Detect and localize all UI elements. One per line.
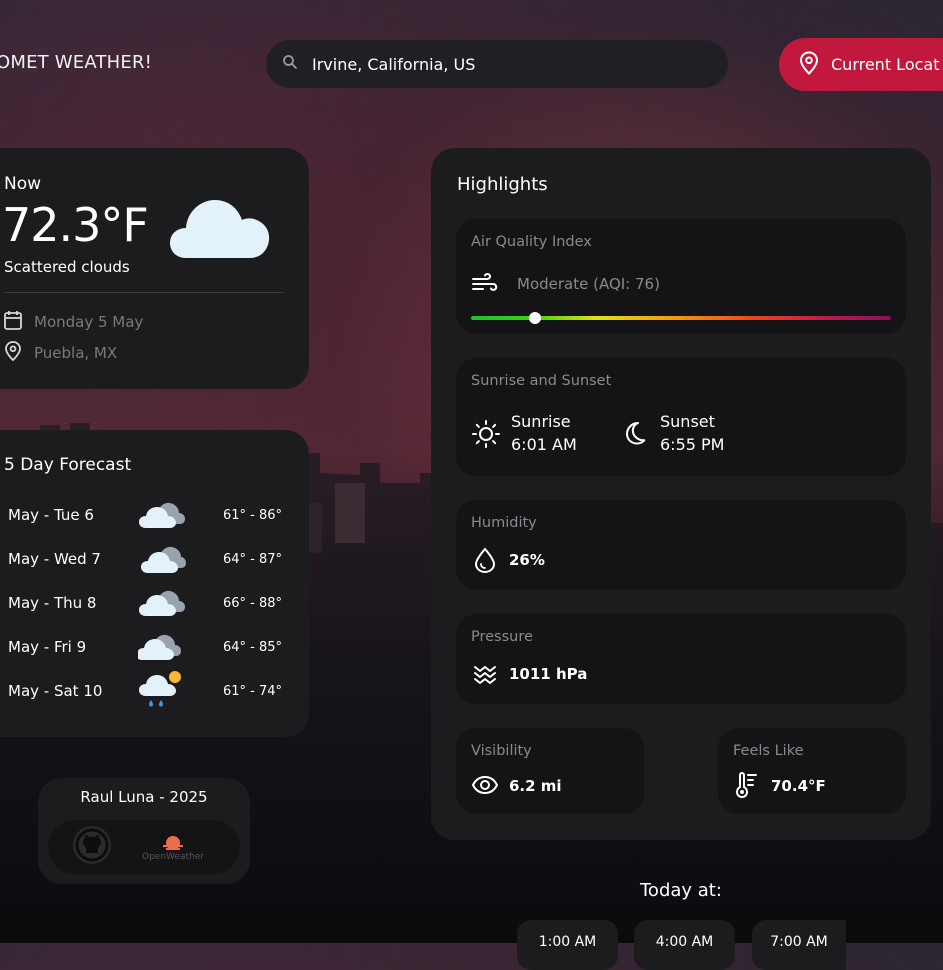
humidity-value: 26% — [509, 551, 545, 569]
pressure-value: 1011 hPa — [509, 665, 588, 683]
pressure-card: Pressure 1011 hPa — [456, 614, 906, 704]
search-bar[interactable] — [266, 40, 728, 88]
feels-like-title: Feels Like — [733, 743, 804, 759]
location-row: Puebla, MX — [4, 341, 117, 365]
hourly-item[interactable]: 1:00 AM — [517, 920, 618, 970]
forecast-temp-range: 66° - 88° — [222, 595, 282, 611]
forecast-day: May - Sat 10 — [8, 682, 103, 700]
hourly-time: 4:00 AM — [655, 934, 714, 950]
aqi-level-indicator — [529, 312, 541, 324]
wind-icon — [471, 271, 499, 299]
sunrise-label: Sunrise — [511, 412, 571, 431]
hourly-time: 1:00 AM — [538, 934, 597, 950]
highlights-card: Highlights Air Quality Index Moderate (A… — [431, 148, 931, 840]
sunrise-time: 6:01 AM — [511, 435, 577, 454]
credits-card: Raul Luna - 2025 OpenWeather — [38, 778, 250, 884]
search-input[interactable] — [310, 53, 694, 75]
current-location-button[interactable]: Current Locat — [779, 38, 943, 91]
five-day-forecast-card: 5 Day Forecast May - Tue 6 61° - 86° May… — [0, 430, 309, 737]
openweather-label: OpenWeather — [142, 851, 204, 862]
app-brand-title: OMET WEATHER! — [0, 52, 153, 73]
hourly-item[interactable]: 7:00 AM — [752, 920, 846, 970]
current-temperature: 72.3°F — [2, 198, 149, 252]
water-drop-icon — [473, 547, 497, 577]
aqi-title: Air Quality Index — [471, 234, 592, 250]
credits-links: OpenWeather — [48, 820, 240, 874]
openweather-logo[interactable]: OpenWeather — [142, 833, 204, 862]
humidity-card: Humidity 26% — [456, 500, 906, 590]
visibility-card: Visibility 6.2 mi — [456, 728, 644, 814]
forecast-day: May - Tue 6 — [8, 506, 94, 524]
map-pin-icon — [799, 50, 819, 79]
sunset-label: Sunset — [660, 412, 715, 431]
forecast-row: May - Tue 6 61° - 86° — [8, 498, 282, 532]
air-quality-card: Air Quality Index Moderate (AQI: 76) — [456, 219, 906, 334]
date-row: Monday 5 May — [4, 310, 143, 334]
now-label: Now — [4, 174, 42, 194]
current-weather-card: Now 72.3°F Scattered clouds Monday 5 May… — [0, 148, 309, 389]
broken-clouds-icon — [137, 630, 186, 664]
sun-icon — [471, 419, 501, 453]
calendar-icon — [4, 310, 22, 334]
search-icon — [282, 54, 298, 74]
github-icon[interactable] — [72, 825, 112, 869]
moon-icon — [621, 420, 647, 450]
location-pin-icon — [4, 341, 22, 365]
visibility-value: 6.2 mi — [509, 777, 562, 795]
current-location-label: Current Locat — [831, 55, 940, 74]
forecast-day: May - Thu 8 — [8, 594, 97, 612]
forecast-temp-range: 64° - 85° — [222, 639, 282, 655]
broken-clouds-icon — [138, 586, 186, 620]
current-location: Puebla, MX — [34, 344, 118, 362]
forecast-temp-range: 61° - 86° — [222, 507, 282, 523]
highlights-title: Highlights — [457, 174, 548, 195]
forecast-day: May - Wed 7 — [8, 550, 101, 568]
sunrise-block: Sunrise 6:01 AM — [511, 410, 577, 456]
sunset-time: 6:55 PM — [660, 435, 725, 454]
current-date: Monday 5 May — [34, 313, 144, 331]
feels-like-card: Feels Like 70.4°F — [718, 728, 906, 814]
sunset-block: Sunset 6:55 PM — [660, 410, 724, 456]
forecast-row: May - Sat 10 61° - 74° — [8, 671, 282, 708]
rain-icon — [138, 671, 186, 708]
eye-icon — [471, 775, 499, 799]
waves-icon — [473, 663, 497, 689]
weather-condition: Scattered clouds — [4, 258, 130, 276]
sunrise-sunset-card: Sunrise and Sunset Sunrise 6:01 AM Sunse… — [456, 358, 906, 476]
thermometer-icon — [735, 771, 759, 802]
sunrise-sunset-title: Sunrise and Sunset — [471, 373, 612, 389]
forecast-title: 5 Day Forecast — [4, 455, 132, 475]
scattered-clouds-icon — [170, 196, 270, 264]
forecast-row: May - Fri 9 64° - 85° — [8, 630, 282, 664]
hourly-item[interactable]: 4:00 AM — [634, 920, 735, 970]
visibility-title: Visibility — [471, 743, 532, 759]
forecast-row: May - Wed 7 64° - 87° — [8, 542, 282, 576]
feels-like-value: 70.4°F — [771, 777, 826, 795]
forecast-row: May - Thu 8 66° - 88° — [8, 586, 282, 620]
broken-clouds-icon — [138, 498, 186, 532]
aqi-value: Moderate (AQI: 76) — [517, 275, 660, 293]
today-at-title: Today at: — [640, 880, 722, 901]
author-credit: Raul Luna - 2025 — [80, 788, 208, 806]
forecast-day: May - Fri 9 — [8, 638, 87, 656]
forecast-temp-range: 61° - 74° — [222, 683, 282, 699]
now-card-divider — [4, 292, 284, 293]
hourly-time: 7:00 AM — [770, 934, 828, 950]
forecast-temp-range: 64° - 87° — [222, 551, 282, 567]
broken-clouds-icon — [138, 542, 186, 576]
humidity-title: Humidity — [471, 515, 537, 531]
pressure-title: Pressure — [471, 629, 533, 645]
